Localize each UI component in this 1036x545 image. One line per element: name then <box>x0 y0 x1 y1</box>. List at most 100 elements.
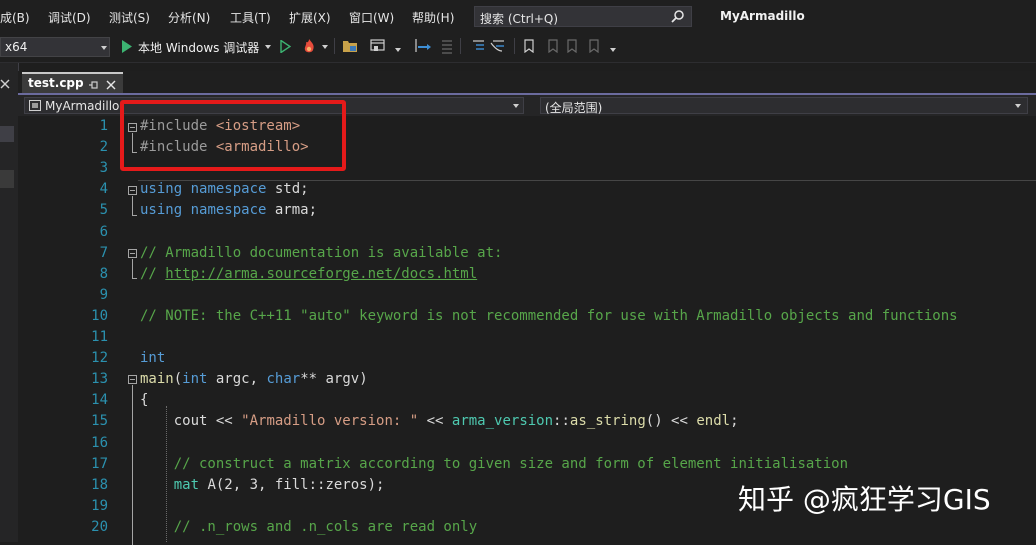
toolbar-separator <box>334 38 335 54</box>
panel-selected-item[interactable] <box>0 170 14 188</box>
app-title: MyArmadillo <box>720 9 805 23</box>
menu-extensions[interactable]: 扩展(X) <box>289 9 331 26</box>
line-number: 12 <box>91 350 108 367</box>
code-line[interactable]: 11 <box>18 327 1036 348</box>
uncomment-lines-icon[interactable] <box>490 39 508 53</box>
code-token: argc, <box>207 371 267 388</box>
chevron-down-icon[interactable] <box>610 48 616 52</box>
line-number: 13 <box>91 371 108 388</box>
code-token: std; <box>266 181 309 198</box>
line-number: 5 <box>99 202 108 219</box>
scope-name: (全局范围) <box>545 101 603 115</box>
start-without-debug-icon[interactable] <box>280 40 291 53</box>
search-icon[interactable] <box>671 9 685 23</box>
close-icon[interactable] <box>0 79 10 89</box>
code-text: cout << "Armadillo version: " << arma_ve… <box>140 413 739 429</box>
platform-value: x64 <box>5 40 28 54</box>
menu-tools[interactable]: 工具(T) <box>230 9 271 26</box>
code-line[interactable]: 8 // http://arma.sourceforge.net/docs.htm… <box>18 264 1036 285</box>
toolbar-separator <box>460 38 461 54</box>
pin-icon[interactable] <box>88 80 98 90</box>
code-text: using namespace arma; <box>140 202 317 218</box>
format-icon[interactable] <box>440 39 454 54</box>
step-into-icon[interactable] <box>414 38 432 54</box>
code-line[interactable]: 6 <box>18 222 1036 243</box>
code-line[interactable]: 13 main(int argc, char** argv) <box>18 369 1036 390</box>
code-token: () << <box>645 413 697 430</box>
line-number: 19 <box>91 497 108 514</box>
panel-dropdown[interactable] <box>0 126 14 142</box>
code-line[interactable]: 12 int <box>18 348 1036 369</box>
code-text: // construct a matrix according to given… <box>140 456 848 472</box>
code-token: // <box>140 265 166 282</box>
bookmark-icon[interactable] <box>523 39 535 53</box>
code-line[interactable]: 10 // NOTE: the C++11 "auto" keyword is n… <box>18 306 1036 327</box>
menu-window[interactable]: 窗口(W) <box>349 9 394 26</box>
line-number: 16 <box>91 434 108 451</box>
code-token: namespace <box>190 181 267 198</box>
tab-test-cpp[interactable]: test.cpp <box>22 72 123 94</box>
code-token: using <box>140 181 183 198</box>
code-token: ** argv) <box>300 371 368 388</box>
menu-analyze[interactable]: 分析(N) <box>168 9 210 26</box>
line-number: 4 <box>99 181 108 198</box>
highlight-box <box>120 100 346 171</box>
code-line[interactable]: 9 <box>18 285 1036 306</box>
clear-bookmarks-icon[interactable] <box>588 39 602 53</box>
menu-build[interactable]: 成(B) <box>0 9 30 26</box>
menu-test[interactable]: 测试(S) <box>109 9 150 26</box>
code-line[interactable]: 15 cout << "Armadillo version: " << arma… <box>18 411 1036 432</box>
code-text: using namespace std; <box>140 181 309 197</box>
code-text: mat A(2, 3, fill::zeros); <box>140 476 385 493</box>
project-icon <box>29 100 41 111</box>
code-token: int <box>182 371 208 388</box>
window-layout-icon[interactable] <box>370 39 386 54</box>
line-number: 7 <box>99 244 108 261</box>
line-number: 11 <box>91 329 108 345</box>
chevron-down-icon[interactable] <box>395 48 401 52</box>
local-debugger-button[interactable]: 本地 Windows 调试器 <box>138 39 259 56</box>
menu-debug[interactable]: 调试(D) <box>48 9 91 26</box>
code-token: as_string <box>569 413 646 430</box>
code-token[interactable]: http://arma.sourceforge.net/docs.html <box>165 266 477 282</box>
code-token: A(2, 3, fill::zeros); <box>199 476 385 493</box>
code-token: << <box>418 413 452 430</box>
document-tab-row <box>18 71 1036 94</box>
menu-help[interactable]: 帮助(H) <box>412 9 454 26</box>
line-number: 20 <box>91 518 108 535</box>
prev-bookmark-icon[interactable] <box>545 39 559 53</box>
code-line[interactable]: 17 // construct a matrix according to gi… <box>18 454 1036 475</box>
scope-dropdown[interactable]: (全局范围) <box>540 97 1028 115</box>
platform-select[interactable]: x64 <box>0 37 110 57</box>
code-text: // NOTE: the C++11 "auto" keyword is not… <box>140 308 958 324</box>
chevron-down-icon <box>513 104 519 108</box>
line-number: 3 <box>99 160 108 177</box>
search-input[interactable]: 搜索 (Ctrl+Q) <box>474 6 692 27</box>
code-token: // Armadillo documentation is available … <box>140 244 503 261</box>
hot-reload-icon[interactable] <box>300 38 318 55</box>
next-bookmark-icon[interactable] <box>566 39 580 53</box>
chevron-down-icon[interactable] <box>265 45 271 49</box>
folder-icon[interactable] <box>342 39 358 53</box>
code-token: arma; <box>266 202 318 219</box>
code-line[interactable]: 14 { <box>18 390 1036 411</box>
code-line[interactable]: 7 // Armadillo documentation is available… <box>18 243 1036 264</box>
chevron-down-icon[interactable] <box>322 45 328 49</box>
close-icon[interactable] <box>106 80 116 90</box>
code-text: int <box>140 350 165 366</box>
line-number: 10 <box>91 307 108 324</box>
start-debug-icon[interactable] <box>121 40 133 53</box>
comment-lines-icon[interactable] <box>470 39 486 53</box>
code-line[interactable]: 4 using namespace std; <box>18 179 1036 200</box>
tab-label: test.cpp <box>28 76 84 90</box>
code-text: main(int argc, char** argv) <box>140 371 368 387</box>
code-line[interactable]: 16 <box>18 433 1036 454</box>
code-line[interactable]: 5 using namespace arma; <box>18 200 1036 221</box>
code-token: // .n_rows and .n_cols are read only <box>140 518 478 535</box>
code-token: cout << <box>140 413 242 430</box>
code-token: using <box>140 202 183 219</box>
code-token: char <box>266 371 301 388</box>
watermark: 知乎 @疯狂学习GIS <box>738 483 991 516</box>
code-line[interactable]: 20 // .n_rows and .n_cols are read only <box>18 517 1036 538</box>
